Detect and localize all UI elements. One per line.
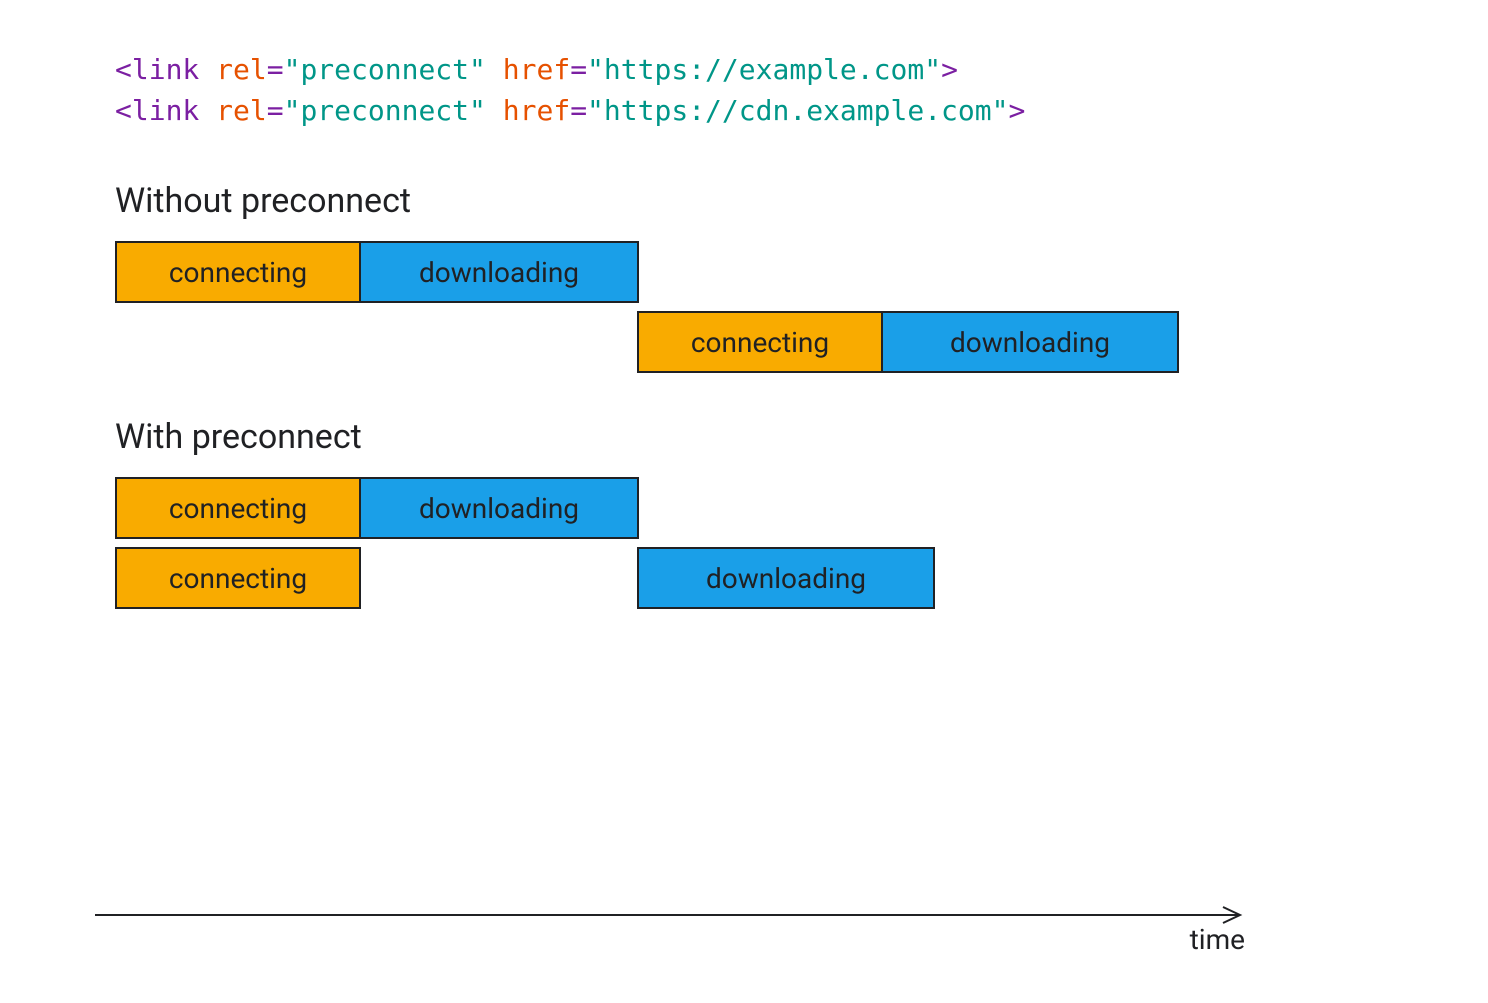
bar-downloading: downloading: [881, 311, 1179, 373]
code-token: =: [570, 94, 587, 127]
timeline-row: connecting downloading: [115, 241, 1180, 307]
timeline-without: connecting downloading connecting downlo…: [115, 241, 1180, 377]
code-snippet: <link rel="preconnect" href="https://exa…: [115, 50, 1373, 131]
code-token: "preconnect": [284, 53, 486, 86]
bar-label: downloading: [419, 256, 579, 289]
bar-connecting: connecting: [115, 547, 361, 609]
bar-connecting: connecting: [637, 311, 883, 373]
timeline-row: connecting downloading: [115, 477, 1180, 543]
bar-label: connecting: [169, 562, 307, 595]
code-token: =: [570, 53, 587, 86]
timeline-with: connecting downloading connecting downlo…: [115, 477, 1180, 613]
bar-label: downloading: [706, 562, 866, 595]
bar-downloading: downloading: [359, 241, 639, 303]
code-token: rel: [216, 94, 267, 127]
bar-downloading: downloading: [637, 547, 935, 609]
code-token: <link: [115, 94, 199, 127]
code-token: >: [1008, 94, 1025, 127]
axis-label: time: [1190, 923, 1245, 956]
code-token: =: [267, 53, 284, 86]
timeline-row: connecting downloading: [115, 311, 1180, 377]
code-token: "https://cdn.example.com": [587, 94, 1008, 127]
code-token: href: [503, 53, 570, 86]
bar-connecting: connecting: [115, 241, 361, 303]
heading-without-preconnect: Without preconnect: [115, 181, 1373, 221]
bar-label: downloading: [419, 492, 579, 525]
code-line-2: <link rel="preconnect" href="https://cdn…: [115, 91, 1373, 132]
arrow-right-icon: [95, 905, 1255, 929]
bar-label: connecting: [691, 326, 829, 359]
code-line-1: <link rel="preconnect" href="https://exa…: [115, 50, 1373, 91]
bar-connecting: connecting: [115, 477, 361, 539]
code-token: <link: [115, 53, 199, 86]
bar-label: connecting: [169, 256, 307, 289]
code-token: =: [267, 94, 284, 127]
heading-with-preconnect: With preconnect: [115, 417, 1373, 457]
code-token: rel: [216, 53, 267, 86]
bar-label: downloading: [950, 326, 1110, 359]
code-token: "preconnect": [284, 94, 486, 127]
bar-downloading: downloading: [359, 477, 639, 539]
code-token: >: [941, 53, 958, 86]
code-token: href: [503, 94, 570, 127]
bar-label: connecting: [169, 492, 307, 525]
timeline-row: connecting downloading: [115, 547, 1180, 613]
time-axis: time: [95, 905, 1255, 933]
code-token: "https://example.com": [587, 53, 941, 86]
